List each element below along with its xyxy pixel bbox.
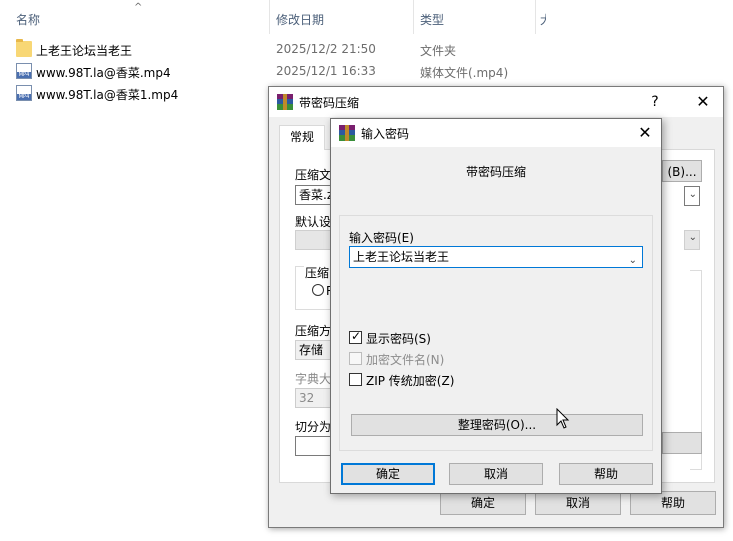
split-volume-input[interactable] xyxy=(295,436,335,456)
archive-name-label: 压缩文 xyxy=(295,168,332,182)
show-password-label: 显示密码(S) xyxy=(366,332,431,346)
format-radio[interactable] xyxy=(312,284,324,296)
chevron-down-icon[interactable]: ⌄ xyxy=(629,251,637,271)
password-dialog-titlebar[interactable]: 输入密码 ✕ xyxy=(331,119,661,147)
compression-method-select[interactable]: 存储 xyxy=(295,340,335,360)
browse-button[interactable]: (B)... xyxy=(662,160,702,182)
password-cancel-button[interactable]: 取消 xyxy=(449,463,543,485)
folder-icon xyxy=(16,39,32,57)
chevron-down-icon: ⌄ xyxy=(688,232,697,243)
mp4-badge: MP4 xyxy=(17,72,31,78)
mp4-file-icon: MP4 xyxy=(16,63,32,79)
file-row-mp4[interactable]: MP4 www.98T.la@香菜.mp4 2025/12/1 16:33 媒体… xyxy=(0,61,733,83)
password-ok-button[interactable]: 确定 xyxy=(341,463,435,485)
split-volume-button[interactable] xyxy=(662,432,702,454)
mp4-badge: MP4 xyxy=(17,94,31,100)
archive-help-button[interactable]: 帮助 xyxy=(630,491,716,515)
mouse-cursor-icon xyxy=(556,408,570,429)
winrar-icon xyxy=(277,94,293,110)
column-header-type[interactable]: 类型 xyxy=(420,8,444,32)
password-label: 输入密码(E) xyxy=(349,231,414,245)
dictionary-size-select[interactable]: 32 xyxy=(295,388,335,408)
tab-general[interactable]: 常规 xyxy=(279,125,325,150)
profile-dropdown-arrow[interactable]: ⌄ xyxy=(684,230,700,250)
file-name: 上老王论坛当老王 xyxy=(36,44,133,58)
sort-up-icon: ^ xyxy=(134,2,143,13)
file-type: 媒体文件(.mp4) xyxy=(420,66,509,80)
password-help-button[interactable]: 帮助 xyxy=(559,463,653,485)
archive-cancel-button[interactable]: 取消 xyxy=(535,491,621,515)
password-value: 上老王论坛当老王 xyxy=(353,250,450,264)
file-date: 2025/12/1 16:33 xyxy=(276,64,376,78)
default-settings-label: 默认设 xyxy=(295,215,332,229)
password-input[interactable]: 上老王论坛当老王 ⌄ xyxy=(349,246,643,268)
winrar-icon xyxy=(339,125,355,141)
column-header-name[interactable]: 名称 xyxy=(16,8,40,32)
column-separator[interactable] xyxy=(535,0,536,34)
column-header-date[interactable]: 修改日期 xyxy=(276,8,324,32)
archive-dialog-title: 带密码压缩 xyxy=(299,96,360,110)
zip-legacy-encryption-label: ZIP 传统加密(Z) xyxy=(366,374,455,388)
checkbox-box[interactable] xyxy=(349,373,362,386)
column-header-size[interactable]: 大 xyxy=(540,8,546,32)
encrypt-filenames-label: 加密文件名(N) xyxy=(366,353,445,367)
close-icon[interactable]: ✕ xyxy=(627,119,663,147)
profile-dropdown[interactable] xyxy=(295,230,335,250)
password-dialog-title: 输入密码 xyxy=(361,127,410,141)
dictionary-size-label: 字典大 xyxy=(295,372,332,386)
compression-method-label: 压缩方 xyxy=(295,324,332,338)
file-row-folder[interactable]: 上老王论坛当老王 2025/12/2 21:50 文件夹 xyxy=(0,39,733,61)
chevron-down-icon: ⌄ xyxy=(688,189,697,200)
column-separator[interactable] xyxy=(269,0,270,34)
password-dialog-subtitle: 带密码压缩 xyxy=(465,165,526,179)
file-type: 文件夹 xyxy=(420,44,457,58)
file-name: www.98T.la@香菜.mp4 xyxy=(36,66,171,80)
archive-name-dropdown[interactable]: ⌄ xyxy=(684,186,700,206)
mp4-file-icon: MP4 xyxy=(16,85,32,101)
column-separator[interactable] xyxy=(413,0,414,34)
file-name: www.98T.la@香菜1.mp4 xyxy=(36,88,179,102)
checkbox-box xyxy=(349,352,362,365)
organize-passwords-button[interactable]: 整理密码(O)... xyxy=(351,414,643,436)
file-date: 2025/12/2 21:50 xyxy=(276,42,376,56)
archive-format-label: 压缩 xyxy=(304,264,331,281)
split-volume-label: 切分为 xyxy=(295,420,332,434)
help-icon[interactable]: ? xyxy=(637,87,673,117)
archive-ok-button[interactable]: 确定 xyxy=(440,491,526,515)
close-icon[interactable]: ✕ xyxy=(685,87,721,117)
password-dialog: 输入密码 ✕ 带密码压缩 输入密码(E) 上老王论坛当老王 ⌄ ✓ 显示密码(S… xyxy=(330,118,662,494)
checkbox-box[interactable]: ✓ xyxy=(349,329,362,344)
checkmark-icon: ✓ xyxy=(351,329,362,343)
archive-dialog-titlebar[interactable]: 带密码压缩 ? ✕ xyxy=(269,87,723,117)
